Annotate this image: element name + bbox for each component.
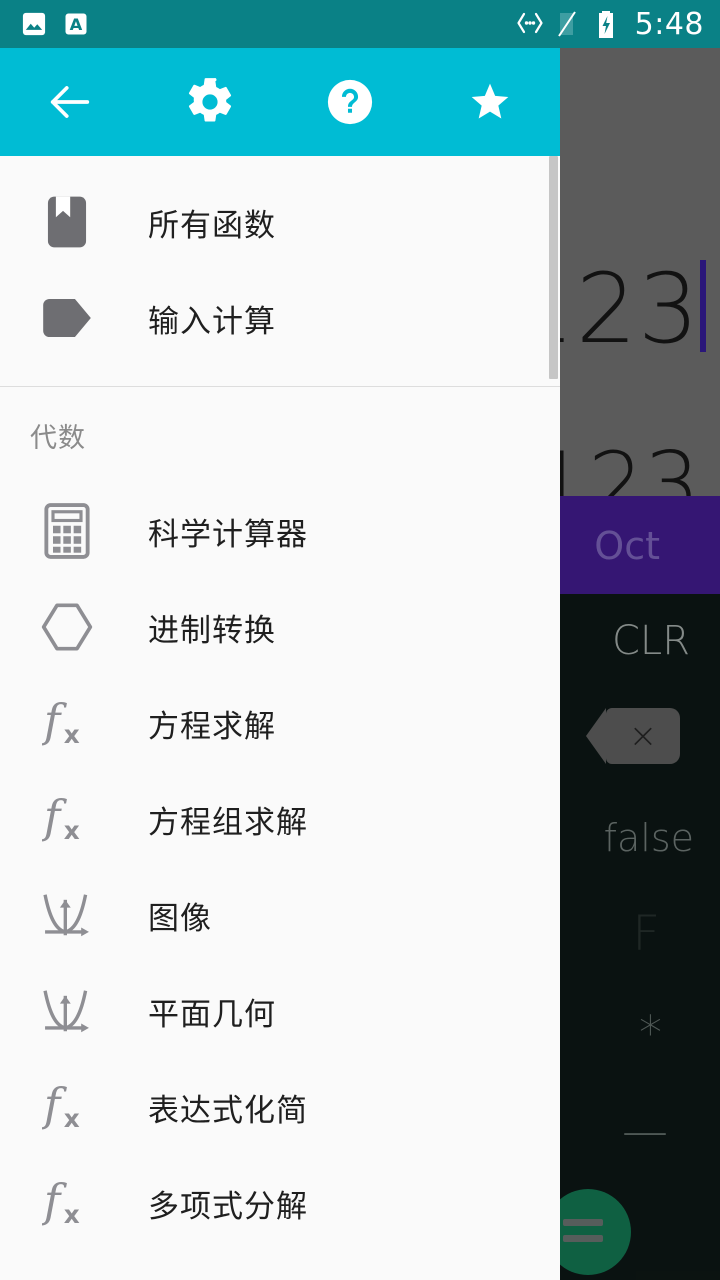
drawer-item-graph[interactable]: 图像 [0,867,560,963]
status-bar-right-icons: 5:48 [515,7,720,42]
screen: 3123 123 Oct CLR × false F * — 所有函数 输入计算… [0,0,720,1280]
drawer-item-scientific-calculator[interactable]: 科学计算器 [0,483,560,579]
calculator-icon [30,483,104,579]
arrow-left-icon [44,76,96,128]
favorite-button[interactable] [420,48,560,156]
drawer-item-equation-system-solver[interactable]: f x 方程组求解 [0,771,560,867]
svg-text:x: x [64,720,80,749]
battery-charging-icon [595,10,623,38]
drawer-item-polynomial-factorization[interactable]: f x 多项式分解 [0,1155,560,1251]
drawer-item-label: 科学计算器 [148,516,308,553]
bookmark-icon [30,174,104,270]
drawer-header [0,48,560,156]
navigation-drawer: 所有函数 输入计算 代数 科学计算器 进制转换 f x 方程求解 f x 方程组… [0,48,560,1280]
drawer-item-label: 方程组求解 [148,804,308,841]
svg-text:x: x [64,1104,80,1133]
drawer-item-all-functions[interactable]: 所有函数 [0,174,560,270]
status-bar: A 5:48 [0,0,720,48]
cast-icon [515,10,543,38]
star-icon [468,80,512,124]
drawer-item-label: 进制转换 [148,612,276,649]
help-circle-icon [324,76,376,128]
hexagon-icon [30,579,104,675]
photo-icon [20,10,48,38]
translate-a-icon: A [62,10,90,38]
graph-icon [30,867,104,963]
settings-button[interactable] [140,48,280,156]
drawer-section-title: 代数 [30,422,86,454]
tag-icon [30,270,104,366]
signal-off-icon [555,10,583,38]
drawer-item-label: 输入计算 [148,303,276,340]
fx-icon: f x [30,771,104,867]
drawer-item-plane-geometry[interactable]: 平面几何 [0,963,560,1059]
fx-icon: f x [30,1059,104,1155]
drawer-item-label: 表达式化简 [148,1092,308,1129]
fx-icon: f x [30,1155,104,1251]
status-bar-left-icons: A [0,10,90,38]
drawer-item-label: 图像 [148,900,212,937]
drawer-item-equation-solver[interactable]: f x 方程求解 [0,675,560,771]
help-button[interactable] [280,48,420,156]
gear-icon [184,76,236,128]
drawer-item-base-conversion[interactable]: 进制转换 [0,579,560,675]
drawer-item-label: 方程求解 [148,708,276,745]
graph-icon [30,963,104,1059]
drawer-item-expression-simplify[interactable]: f x 表达式化简 [0,1059,560,1155]
svg-text:x: x [64,816,80,845]
svg-text:x: x [64,1200,80,1229]
back-button[interactable] [0,48,140,156]
svg-text:A: A [70,15,83,34]
drawer-item-input-calculation[interactable]: 输入计算 [0,270,560,366]
clock-time: 5:48 [634,6,704,42]
drawer-item-label: 平面几何 [148,996,276,1033]
drawer-scrollbar[interactable] [549,156,558,379]
drawer-list: 所有函数 输入计算 代数 科学计算器 进制转换 f x 方程求解 f x 方程组… [0,156,560,1251]
fx-icon: f x [30,675,104,771]
drawer-item-label: 多项式分解 [148,1188,308,1225]
drawer-item-label: 所有函数 [148,207,276,244]
